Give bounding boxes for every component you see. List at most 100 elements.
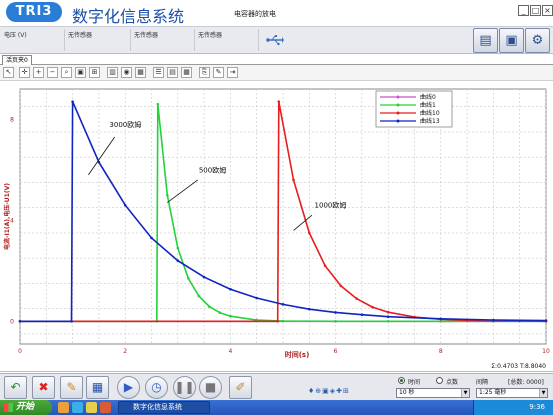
- data-point: [292, 178, 295, 182]
- sensor-slot-2[interactable]: 无传感器: [68, 30, 92, 39]
- data-point: [386, 310, 390, 314]
- stop-icon: ■: [204, 380, 217, 394]
- x-tick-label: 2: [123, 348, 127, 355]
- data-point: [360, 313, 364, 317]
- control-panel: ↶ ✖ ✎ ▦ ▶ ◷ ❚❚ ■ ✐ ♦⊕▣◈✚⊞ 时间 点数 间隔 [总数: …: [0, 373, 553, 400]
- data-point: [439, 317, 443, 321]
- data-point: [334, 319, 337, 323]
- data-point: [544, 319, 548, 322]
- chart-area: 0 2 4 6 8 10 0 4 8 时间(s) 电流-I1(A),电压-U1(V) 3000欧姆 50…: [0, 81, 553, 372]
- data-point: [197, 294, 201, 298]
- windows-flag-icon: [4, 403, 13, 412]
- annotation-label: 500欧姆: [199, 165, 226, 174]
- list-icon[interactable]: ☰: [153, 67, 164, 78]
- sensor-slot-4[interactable]: 无传感器: [198, 30, 222, 39]
- annotate-icon: ✐: [235, 380, 246, 394]
- points-mode-radio[interactable]: [436, 377, 443, 384]
- divider: [258, 29, 259, 51]
- play-button[interactable]: ▶: [117, 376, 140, 399]
- time-mode-radio[interactable]: [398, 377, 405, 384]
- record-icon[interactable]: ◉: [121, 67, 132, 78]
- data-point: [281, 319, 285, 323]
- save-button[interactable]: ▤: [473, 28, 498, 53]
- close-button[interactable]: ×: [542, 5, 553, 16]
- cursor-readout: Σ:0.4703 T:8.8040: [491, 363, 546, 370]
- chevron-down-icon: ▼: [539, 389, 547, 397]
- delete-button[interactable]: ✖: [32, 376, 55, 399]
- title-bar: TRI3 数字化信息系统 电容器的放电 _ □ ×: [0, 0, 553, 26]
- tab-binder-0[interactable]: 活页夹0: [2, 55, 32, 65]
- chart-icon[interactable]: ▤: [167, 67, 178, 78]
- settings-button[interactable]: ⚙: [525, 28, 550, 53]
- timer-button[interactable]: ◷: [145, 376, 168, 399]
- edit-button[interactable]: ✎: [60, 376, 83, 399]
- chart-svg: 0 2 4 6 8 10048时间(s)电流-I1(A),电压-U1(V)3000欧姆50…: [3, 88, 550, 370]
- minimize-button[interactable]: _: [518, 5, 529, 16]
- data-point: [202, 275, 206, 279]
- quicklaunch-icon-3[interactable]: [86, 402, 97, 413]
- sensor-slot-3[interactable]: 无传感器: [134, 30, 158, 39]
- quicklaunch-icon-4[interactable]: [100, 402, 111, 413]
- x-tick-label: 6: [334, 348, 338, 355]
- data-point: [308, 307, 311, 311]
- interval-value: 1:25 毫秒: [479, 389, 507, 396]
- chevron-down-icon: ▼: [461, 389, 469, 397]
- quicklaunch-icon-1[interactable]: [58, 402, 69, 413]
- interval-select[interactable]: 1:25 毫秒 ▼: [476, 388, 548, 398]
- table-icon[interactable]: ▦: [135, 67, 146, 78]
- copy-icon[interactable]: ⎘: [199, 67, 210, 78]
- edit-icon[interactable]: ✎: [213, 67, 224, 78]
- export-icon[interactable]: ⇥: [227, 67, 238, 78]
- settings-icon: ⚙: [531, 33, 544, 48]
- legend-label: 曲线1: [420, 101, 436, 109]
- back-button[interactable]: ↶: [4, 376, 27, 399]
- start-button[interactable]: 开始: [0, 400, 52, 415]
- y-tick-label: 0: [10, 318, 14, 325]
- zoom-out-icon[interactable]: −: [47, 67, 58, 78]
- pencil-icon: ✎: [66, 380, 77, 394]
- annotation-label: 1000欧姆: [315, 201, 347, 210]
- stop-button[interactable]: ■: [199, 376, 222, 399]
- table-view-button[interactable]: ▦: [86, 376, 109, 399]
- restore-button[interactable]: □: [530, 5, 541, 16]
- quicklaunch-icon-2[interactable]: [72, 402, 83, 413]
- fit-icon[interactable]: ▣: [75, 67, 86, 78]
- magnify-icon[interactable]: ⌕: [61, 67, 72, 78]
- grid-icon[interactable]: ⊞: [89, 67, 100, 78]
- play-icon: ▶: [123, 380, 134, 394]
- data-point: [218, 311, 222, 314]
- system-tray: 9:36: [473, 400, 553, 415]
- sensor-slot-1[interactable]: 电压 (V): [4, 30, 27, 39]
- crosshair-icon[interactable]: ✛: [19, 67, 30, 78]
- legend-label: 曲线0: [420, 93, 436, 101]
- x-tick-label: 8: [439, 348, 443, 355]
- data-point: [371, 305, 374, 309]
- taskbar-app-button[interactable]: 数字化信息系统: [118, 401, 210, 414]
- data-point: [308, 231, 311, 235]
- data-point: [334, 311, 337, 314]
- bars-icon[interactable]: ▥: [107, 67, 118, 78]
- mini-toolbar[interactable]: ♦⊕▣◈✚⊞: [308, 387, 350, 395]
- export-button[interactable]: ▣: [499, 28, 524, 53]
- data-point: [208, 305, 211, 308]
- data-point: [229, 314, 232, 318]
- pause-button[interactable]: ❚❚: [173, 376, 196, 399]
- y-axis-label: 电流-I1(A),电压-U1(V): [3, 183, 11, 250]
- select-icon[interactable]: ↖: [3, 67, 14, 78]
- data-point: [229, 287, 232, 291]
- time-mode-label: 时间: [408, 379, 421, 386]
- data-point: [386, 315, 390, 319]
- legend-marker: [396, 111, 400, 115]
- zoom-in-icon[interactable]: +: [33, 67, 44, 78]
- duration-select[interactable]: 10 秒 ▼: [396, 388, 470, 398]
- legend-marker: [396, 119, 400, 123]
- data-point: [71, 100, 74, 103]
- x-axis-label: 时间(s): [285, 350, 310, 359]
- sheet-icon[interactable]: ▦: [181, 67, 192, 78]
- data-point: [386, 319, 390, 323]
- legend-label: 曲线13: [420, 117, 440, 125]
- annotate-button[interactable]: ✐: [229, 376, 252, 399]
- divider: [130, 29, 131, 51]
- delete-icon: ✖: [38, 380, 49, 394]
- total-count-label: [总数: 0000]: [508, 379, 544, 386]
